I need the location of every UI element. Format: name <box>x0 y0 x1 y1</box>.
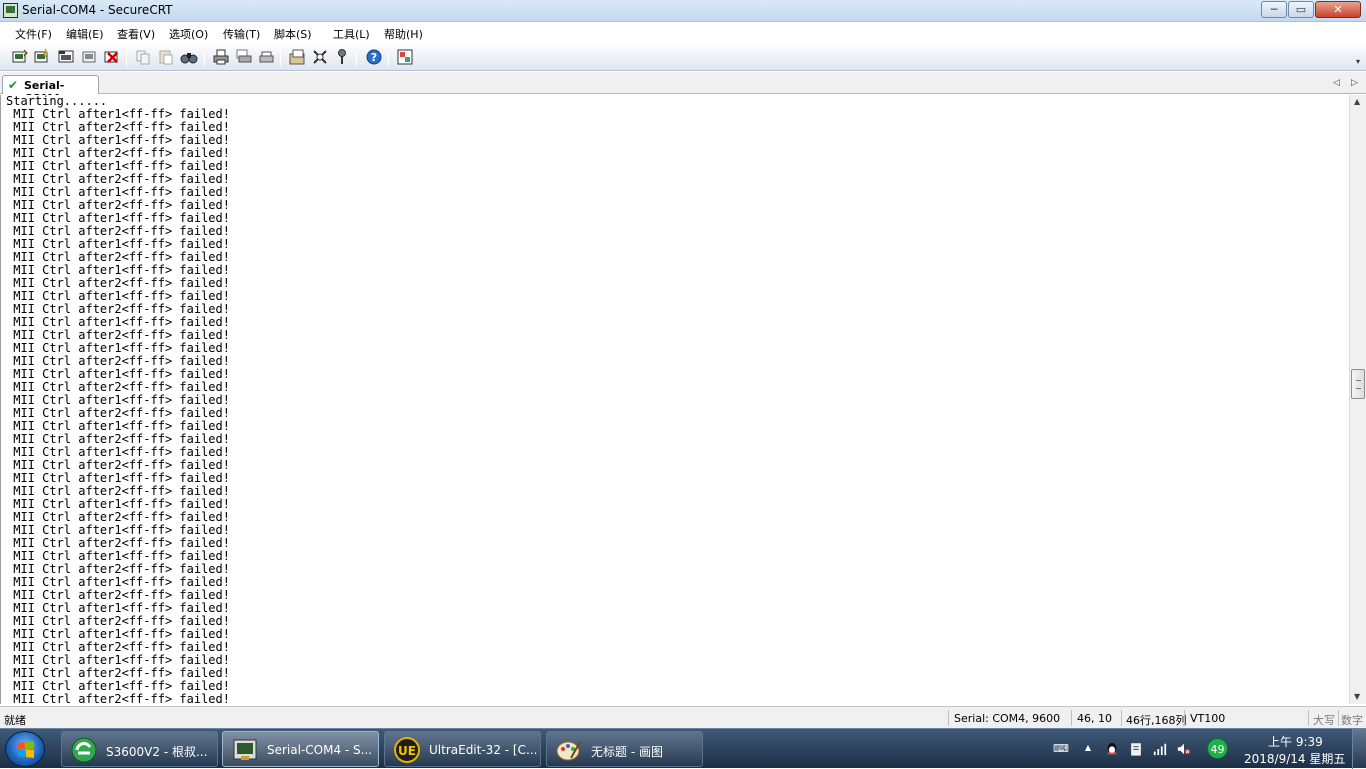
clipboard-icon[interactable] <box>1128 742 1144 756</box>
menu-tools[interactable]: 工具(L) <box>333 26 370 42</box>
status-terminal-type: VT100 <box>1190 712 1226 725</box>
terminal-output[interactable]: Starting...... MII Ctrl after1<ff-ff> fa… <box>0 95 1349 704</box>
print-icon[interactable] <box>212 48 230 66</box>
taskbar-item-ultraedit[interactable]: UE UltraEdit-32 - [C... <box>384 731 541 767</box>
securecrt-icon <box>233 739 257 760</box>
security-status-badge[interactable]: 49 <box>1207 738 1228 759</box>
scroll-up-icon[interactable]: ▲ <box>1354 97 1360 106</box>
copy-icon[interactable] <box>134 48 152 66</box>
network-signal-icon[interactable] <box>1152 742 1168 756</box>
tab-serial-com4[interactable]: ✔ Serial-COM4 <box>2 75 99 105</box>
start-button[interactable] <box>5 731 45 767</box>
quick-connect-icon[interactable] <box>33 48 51 66</box>
scroll-thumb[interactable] <box>1351 369 1365 399</box>
tab-scroll-left-icon[interactable]: ◁ <box>1333 78 1340 88</box>
vertical-scrollbar[interactable]: ▲ ▼ <box>1349 95 1366 704</box>
help-icon[interactable]: ? <box>365 48 383 66</box>
taskbar-item-browser[interactable]: S3600V2 - 根叔... <box>61 731 218 767</box>
menu-help[interactable]: 帮助(H) <box>384 26 423 42</box>
disconnect-icon[interactable] <box>103 48 121 66</box>
clock-date[interactable]: 2018/9/14 星期五 <box>1244 750 1345 767</box>
session-options-icon[interactable] <box>288 48 306 66</box>
keymap-icon[interactable] <box>333 48 351 66</box>
global-options-icon[interactable] <box>311 48 329 66</box>
find-icon[interactable] <box>180 48 198 66</box>
status-bar: 就绪 Serial: COM4, 9600 46, 10 46行,168列 VT… <box>0 706 1366 728</box>
status-ready: 就绪 <box>4 714 26 727</box>
qq-icon[interactable] <box>1104 742 1120 756</box>
reconnect-icon[interactable] <box>80 48 98 66</box>
keyboard-icon[interactable]: ⌨ <box>1053 742 1069 756</box>
status-num-lock: 数字 <box>1341 714 1363 727</box>
status-cursor-position: 46, 10 <box>1077 712 1112 725</box>
status-terminal-size: 46行,168列 <box>1126 714 1187 727</box>
taskbar-item-label: UltraEdit-32 - [C... <box>429 743 538 757</box>
paint-icon <box>556 741 581 761</box>
taskbar-item-label: 无标题 - 画图 <box>591 745 663 759</box>
terminal-line: MII Ctrl after2<ff-ff> failed! <box>6 692 230 705</box>
menu-file[interactable]: 文件(F) <box>15 26 52 42</box>
show-desktop-button[interactable] <box>1352 729 1366 769</box>
taskbar-item-label: Serial-COM4 - S... <box>267 743 373 757</box>
show-hidden-icons-icon[interactable]: ▲ <box>1080 743 1096 757</box>
window-title: Serial-COM4 - SecureCRT <box>22 3 173 17</box>
menu-options[interactable]: 选项(O) <box>169 26 208 42</box>
clock-time[interactable]: 上午 9:39 <box>1268 733 1323 750</box>
minimize-button[interactable]: ─ <box>1261 1 1287 18</box>
menu-edit[interactable]: 编辑(E) <box>66 26 104 42</box>
tab-scroll-right-icon[interactable]: ▷ <box>1351 78 1358 88</box>
sftp-icon[interactable] <box>396 48 414 66</box>
toolbar: ? ▾ <box>0 45 1366 71</box>
securecrt-app-icon[interactable] <box>3 3 18 18</box>
taskbar-item-securecrt[interactable]: Serial-COM4 - S... <box>222 731 379 767</box>
menu-script[interactable]: 脚本(S) <box>274 26 312 42</box>
menu-view[interactable]: 查看(V) <box>117 26 155 42</box>
terminal-text: Starting...... MII Ctrl after1<ff-ff> fa… <box>6 95 230 704</box>
print-selection-icon[interactable] <box>235 48 253 66</box>
volume-muted-icon[interactable] <box>1176 742 1192 756</box>
svg-text:UE: UE <box>398 744 416 758</box>
check-icon: ✔ <box>8 78 19 92</box>
connect-in-tab-icon[interactable] <box>57 48 75 66</box>
svg-text:?: ? <box>371 51 377 64</box>
session-tab-strip: ✔ Serial-COM4 <box>0 72 1366 105</box>
status-caps-lock: 大写 <box>1313 714 1335 727</box>
title-bar: Serial-COM4 - SecureCRT ─ ▭ ✕ <box>0 0 1366 22</box>
connect-icon[interactable] <box>11 48 29 66</box>
scroll-down-icon[interactable]: ▼ <box>1354 692 1360 701</box>
ultraedit-icon: UE <box>394 737 420 763</box>
menu-bar: 文件(F) 编辑(E) 查看(V) 选项(O) 传输(T) 脚本(S) 工具(L… <box>0 22 1366 44</box>
close-button[interactable]: ✕ <box>1315 1 1361 18</box>
maximize-button[interactable]: ▭ <box>1288 1 1314 18</box>
taskbar: S3600V2 - 根叔... Serial-COM4 - S... UE Ul… <box>0 728 1366 769</box>
taskbar-item-label: S3600V2 - 根叔... <box>106 745 208 759</box>
taskbar-item-paint[interactable]: 无标题 - 画图 <box>546 731 703 767</box>
toolbar-overflow-chevron-icon[interactable]: ▾ <box>1356 57 1360 66</box>
status-connection: Serial: COM4, 9600 <box>954 712 1061 725</box>
paste-icon[interactable] <box>157 48 175 66</box>
menu-transfer[interactable]: 传输(T) <box>223 26 260 42</box>
browser-icon <box>71 737 97 763</box>
print-setup-icon[interactable] <box>257 48 275 66</box>
windows-logo-icon <box>18 741 34 758</box>
